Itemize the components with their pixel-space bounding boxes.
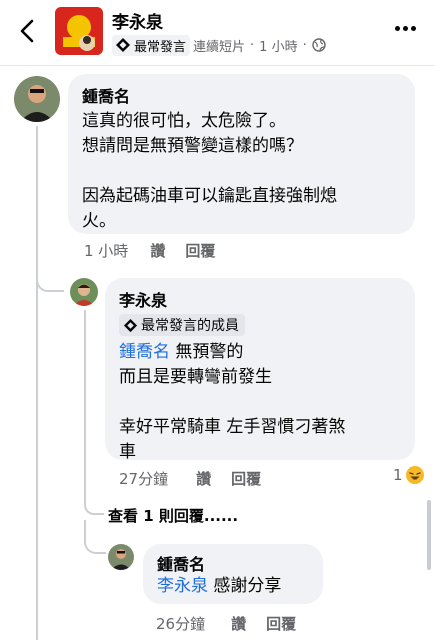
dot-icon bbox=[395, 25, 400, 31]
comment-time[interactable]: 26分鐘 bbox=[156, 613, 205, 634]
comment-actions: 26分鐘 讚 回覆 bbox=[156, 613, 296, 634]
comment-time[interactable]: 27分鐘 bbox=[119, 468, 168, 489]
comment-line-rest: 無預警的 bbox=[170, 341, 244, 362]
view-more-replies-link[interactable]: 查看 1 則回覆...... bbox=[108, 505, 238, 526]
meta-separator: · bbox=[302, 37, 307, 53]
chevron-left-icon bbox=[20, 19, 34, 43]
thread-line bbox=[36, 126, 38, 640]
reaction-count: 1 bbox=[393, 466, 403, 484]
haha-emoji-icon bbox=[405, 466, 424, 484]
globe-icon bbox=[312, 38, 326, 52]
like-button[interactable]: 讚 bbox=[196, 468, 211, 489]
comment-line-rest: 感謝分享 bbox=[208, 576, 282, 596]
like-button[interactable]: 讚 bbox=[150, 240, 165, 261]
comment-text: 這真的很可怕，太危險了。 想請問是無預警變這樣的嗎？ 因為起碼油車可以鑰匙直接強… bbox=[82, 109, 401, 234]
post-meta: 最常發言 連續短片 · 1 小時 · bbox=[112, 34, 326, 56]
comment-blank-line bbox=[82, 159, 401, 184]
comment-line: 而且是要轉彎前發生 bbox=[119, 366, 272, 387]
comment-bubble: 鍾喬名 李永泉 感謝分享 bbox=[143, 544, 323, 604]
comment-blank-line bbox=[119, 390, 401, 415]
comment-line: 因為起碼油車可以鑰匙直接強制熄 bbox=[82, 186, 337, 206]
user-avatar-icon bbox=[70, 278, 98, 306]
more-options-button[interactable] bbox=[395, 22, 419, 34]
comment-text: 鍾喬名 無預警的 而且是要轉彎前發生 幸好平常騎車 左手習慣刁著煞 車 bbox=[119, 340, 401, 465]
post-author-name[interactable]: 李永泉 bbox=[112, 8, 163, 33]
comment-line: 想請問是無預警變這樣的嗎？ bbox=[82, 136, 303, 156]
thread-connector bbox=[84, 505, 104, 515]
comment-line: 鍾喬名 無預警的 bbox=[119, 340, 401, 365]
comment-author[interactable]: 鍾喬名 bbox=[82, 83, 401, 107]
badge-row: 最常發言的成員 bbox=[119, 314, 401, 337]
comment-bubble: 李永泉 最常發言的成員 鍾喬名 無預警的 而且是要轉彎前發生 幸好平常騎車 左手… bbox=[105, 278, 415, 462]
reply-button[interactable]: 回覆 bbox=[231, 468, 261, 489]
comment-line: 火。 bbox=[82, 211, 116, 231]
comment-bubble: 鍾喬名 這真的很可怕，太危險了。 想請問是無預警變這樣的嗎？ 因為起碼油車可以鑰… bbox=[68, 74, 415, 234]
post-header: 李永泉 最常發言 連續短片 · 1 小時 · bbox=[0, 0, 435, 66]
avatar[interactable] bbox=[108, 544, 134, 570]
comment-actions: 1 小時 讚 回覆 bbox=[84, 240, 215, 261]
group-avatar[interactable] bbox=[55, 7, 103, 55]
source-label: 連續短片 bbox=[193, 39, 246, 55]
reply-button[interactable]: 回覆 bbox=[185, 240, 215, 261]
reaction-summary[interactable]: 1 bbox=[393, 465, 425, 485]
comment-actions: 27分鐘 讚 回覆 bbox=[119, 468, 261, 489]
mention-link[interactable]: 李永泉 bbox=[157, 576, 208, 596]
scrollbar[interactable] bbox=[427, 500, 431, 570]
dot-icon bbox=[411, 25, 416, 31]
mention-link[interactable]: 鍾喬名 bbox=[119, 342, 170, 362]
top-contributor-badge[interactable]: 最常發言的成員 bbox=[119, 314, 245, 336]
avatar[interactable] bbox=[70, 278, 98, 306]
badge-label: 最常發言 bbox=[134, 39, 187, 55]
comment-time[interactable]: 1 小時 bbox=[84, 240, 128, 261]
comment-line: 幸好平常騎車 左手習慣刁著煞 bbox=[119, 416, 346, 437]
top-contributor-badge[interactable]: 最常發言 bbox=[112, 34, 191, 56]
comment-line: 車 bbox=[119, 441, 136, 462]
dot-icon bbox=[403, 25, 408, 31]
meta-separator: · bbox=[250, 37, 255, 53]
user-avatar-icon bbox=[108, 544, 134, 570]
comment-author[interactable]: 李永泉 bbox=[119, 287, 401, 311]
thread-line bbox=[84, 310, 86, 505]
group-logo-icon bbox=[55, 7, 103, 55]
comment-line: 這真的很可怕，太危險了。 bbox=[82, 111, 286, 131]
comment-text: 李永泉 感謝分享 bbox=[157, 575, 309, 598]
post-time: 1 小時 bbox=[259, 39, 298, 55]
thread-connector bbox=[84, 520, 106, 554]
comment-author[interactable]: 鍾喬名 bbox=[157, 551, 309, 575]
like-button[interactable]: 讚 bbox=[231, 613, 246, 634]
diamond-badge-icon bbox=[123, 318, 138, 332]
reply-button[interactable]: 回覆 bbox=[266, 613, 296, 634]
diamond-badge-icon bbox=[116, 38, 130, 52]
user-avatar-icon bbox=[14, 76, 60, 122]
thread-connector bbox=[36, 270, 64, 292]
avatar[interactable] bbox=[14, 76, 60, 122]
back-button[interactable] bbox=[14, 14, 42, 48]
badge-label: 最常發言的成員 bbox=[141, 318, 239, 334]
